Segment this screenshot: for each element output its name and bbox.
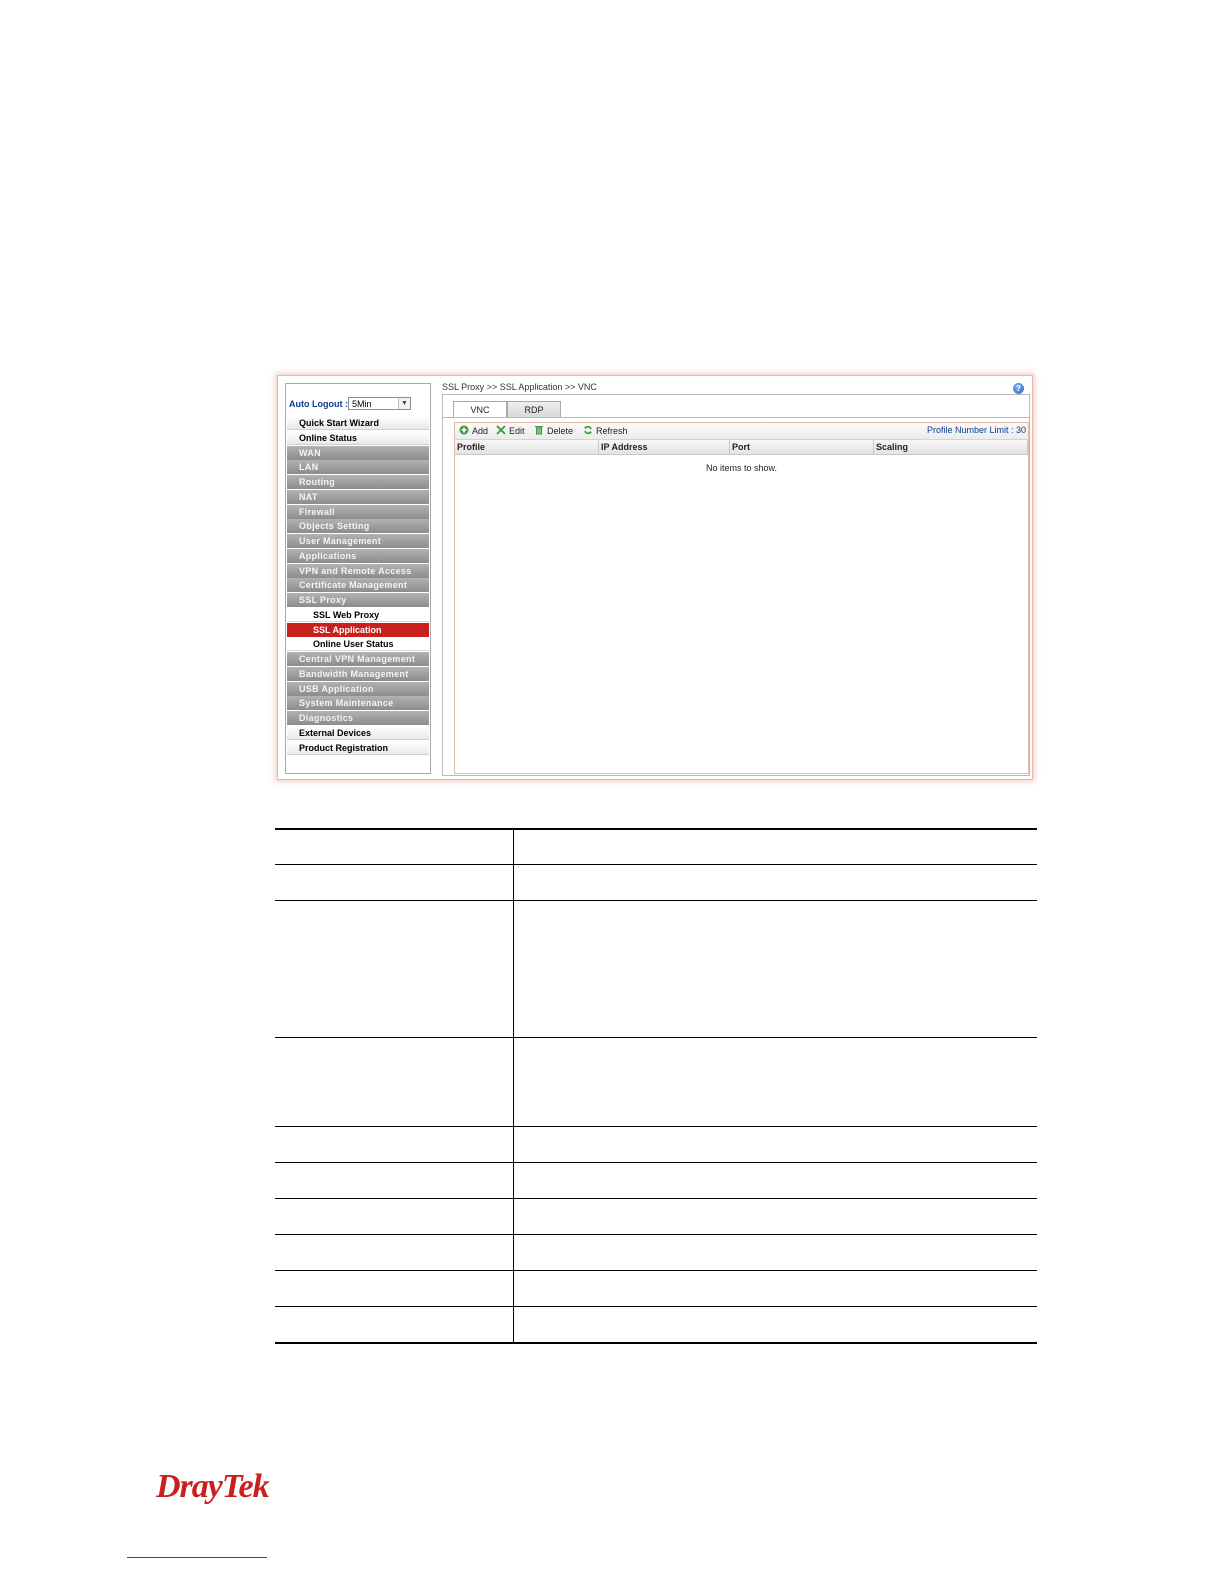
- column-ip-address[interactable]: IP Address: [599, 440, 730, 454]
- content-panel: VNC RDP Add Edit Delete Refresh Profile …: [442, 394, 1030, 776]
- refresh-button[interactable]: Refresh: [583, 425, 628, 437]
- sidebar-item-diagnostics[interactable]: Diagnostics: [287, 711, 429, 725]
- profile-grid: Add Edit Delete Refresh Profile Number L…: [454, 422, 1029, 774]
- sidebar-item-ssl-proxy[interactable]: SSL Proxy: [287, 593, 429, 607]
- refresh-icon: [584, 425, 592, 435]
- auto-logout-select[interactable]: 5Min ▼: [348, 397, 411, 410]
- sidebar-item-ssl-web-proxy[interactable]: SSL Web Proxy: [287, 607, 429, 622]
- tab-rdp[interactable]: RDP: [507, 401, 561, 417]
- auto-logout-label: Auto Logout :: [289, 399, 348, 409]
- table-rule: [275, 1037, 1037, 1038]
- sidebar-item-wan[interactable]: WAN: [287, 445, 429, 460]
- sidebar-item-objects-setting[interactable]: Objects Setting: [287, 519, 429, 534]
- grid-toolbar: Add Edit Delete Refresh Profile Number L…: [455, 423, 1028, 440]
- grid-header: Profile IP Address Port Scaling: [455, 440, 1028, 455]
- sidebar-item-routing[interactable]: Routing: [287, 475, 429, 489]
- table-rule: [275, 1162, 1037, 1163]
- table-rule: [275, 900, 1037, 901]
- tab-vnc[interactable]: VNC: [453, 401, 507, 417]
- add-label: Add: [472, 426, 489, 436]
- table-column-divider: [513, 828, 514, 1344]
- sidebar-menu: Quick Start Wizard Online Status WAN LAN Rou…: [287, 416, 429, 755]
- empty-message: No items to show.: [705, 463, 778, 473]
- sidebar-item-applications[interactable]: Applications: [287, 548, 429, 563]
- table-rule: [275, 864, 1037, 865]
- breadcrumb: SSL Proxy >> SSL Application >> VNC: [442, 382, 597, 392]
- sidebar-item-online-user-status[interactable]: Online User Status: [287, 637, 429, 652]
- add-icon: [459, 425, 469, 435]
- sidebar-item-ssl-application[interactable]: SSL Application: [287, 622, 429, 637]
- sidebar-item-bandwidth-management[interactable]: Bandwidth Management: [287, 666, 429, 681]
- sidebar-item-lan[interactable]: LAN: [287, 460, 429, 475]
- column-scaling[interactable]: Scaling: [874, 440, 1028, 454]
- sidebar-item-system-maintenance[interactable]: System Maintenance: [287, 696, 429, 711]
- logo-dray: Dray: [156, 1468, 223, 1505]
- sidebar-item-usb-application[interactable]: USB Application: [287, 681, 429, 696]
- chevron-down-icon[interactable]: ▼: [398, 398, 410, 409]
- column-port[interactable]: Port: [730, 440, 874, 454]
- profile-number-limit: Profile Number Limit : 30: [926, 425, 1026, 435]
- edit-button[interactable]: Edit: [496, 425, 525, 437]
- auto-logout-value: 5Min: [352, 399, 372, 409]
- delete-label: Delete: [547, 426, 574, 436]
- edit-label: Edit: [509, 426, 525, 436]
- table-rule: [275, 828, 1037, 830]
- sidebar-item-central-vpn-management[interactable]: Central VPN Management: [287, 652, 429, 666]
- help-icon[interactable]: ?: [1013, 383, 1024, 394]
- sidebar-item-online-status[interactable]: Online Status: [287, 430, 429, 445]
- sidebar-item-nat[interactable]: NAT: [287, 489, 429, 504]
- table-rule: [275, 1270, 1037, 1271]
- auto-logout: Auto Logout : 5Min ▼: [287, 394, 429, 412]
- sidebar-item-firewall[interactable]: Firewall: [287, 504, 429, 519]
- sidebar-item-user-management[interactable]: User Management: [287, 534, 429, 548]
- table-rule: [275, 1198, 1037, 1199]
- edit-icon: [496, 425, 506, 435]
- logo-tek: Tek: [221, 1468, 270, 1505]
- table-rule: [275, 1234, 1037, 1235]
- sidebar-item-product-registration[interactable]: Product Registration: [287, 740, 429, 755]
- table-rule: [275, 1126, 1037, 1127]
- sidebar-item-certificate-management[interactable]: Certificate Management: [287, 578, 429, 593]
- tab-divider: [443, 417, 1029, 418]
- delete-button[interactable]: Delete: [534, 425, 573, 437]
- router-web-ui-screenshot: Auto Logout : 5Min ▼ Quick Start Wizard O…: [277, 375, 1033, 780]
- add-button[interactable]: Add: [459, 425, 488, 437]
- trash-icon: [535, 426, 543, 435]
- description-table: [275, 828, 1037, 1344]
- footer-rule: [127, 1557, 267, 1558]
- sidebar: Auto Logout : 5Min ▼ Quick Start Wizard O…: [285, 383, 431, 774]
- sidebar-item-external-devices[interactable]: External Devices: [287, 725, 429, 740]
- column-profile[interactable]: Profile: [455, 440, 599, 454]
- refresh-label: Refresh: [596, 426, 628, 436]
- table-rule: [275, 1306, 1037, 1307]
- main-content: SSL Proxy >> SSL Application >> VNC ? VN…: [438, 378, 1030, 776]
- sidebar-item-vpn-and-remote-access[interactable]: VPN and Remote Access: [287, 563, 429, 578]
- sidebar-item-quick-start-wizard[interactable]: Quick Start Wizard: [287, 416, 429, 430]
- table-rule: [275, 1342, 1037, 1344]
- draytek-logo: DrayTek: [156, 1468, 270, 1506]
